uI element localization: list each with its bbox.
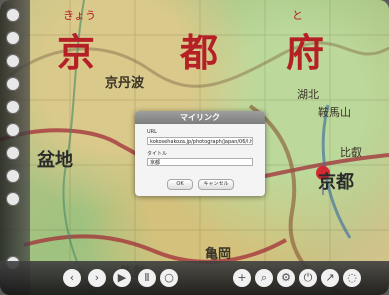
dialog-title: マイリンク <box>135 111 265 124</box>
calendar-icon[interactable] <box>6 192 20 206</box>
search-icon[interactable]: ⌕ <box>255 269 273 287</box>
ok-button[interactable]: OK <box>167 179 193 190</box>
settings-icon[interactable]: ⚙ <box>277 269 295 287</box>
title-label: タイトル <box>147 151 168 157</box>
url-field[interactable]: kokosehakoza.jp/photograph/japan/06/l.ht… <box>147 137 253 145</box>
globe-icon[interactable]: ◌ <box>343 269 361 287</box>
share-icon[interactable]: ↗ <box>321 269 339 287</box>
forward-icon[interactable]: › <box>88 269 106 287</box>
cancel-button[interactable]: キャンセル <box>198 179 234 190</box>
map-place-label: 京丹波 <box>105 76 145 91</box>
bottom-toolbar: ‹ › ▶ Ⅱ ○ + ⌕ ⚙ ⏻ ↗ ◌ <box>0 261 389 295</box>
map-large-label: 府 <box>286 30 325 75</box>
my-link-dialog: マイリンク URL kokosehakoza.jp/photograph/jap… <box>135 111 265 196</box>
map-ruby-label: きょう <box>63 9 96 22</box>
copy-icon[interactable] <box>6 100 20 114</box>
map-place-label: 比叡 <box>340 146 362 159</box>
list-icon[interactable] <box>6 169 20 183</box>
settings-icon[interactable] <box>6 146 20 160</box>
left-toolbar <box>0 0 30 295</box>
application-window: きょう と 京 都 府 京丹波 盆地 京都 亀岡 能勢 湖北 鞍馬山 比叡 ‹ … <box>0 0 389 295</box>
map-place-label: 亀岡 <box>205 247 232 262</box>
map-large-label: 都 <box>180 30 219 75</box>
power-icon[interactable]: ⏻ <box>299 269 317 287</box>
location-icon[interactable] <box>6 54 20 68</box>
edit-icon[interactable] <box>6 31 20 45</box>
layers-icon[interactable] <box>6 77 20 91</box>
map-large-label: 京 <box>57 30 96 75</box>
title-field[interactable]: 京都 <box>147 158 253 166</box>
close-icon[interactable] <box>6 8 20 22</box>
map-place-label: 鞍馬山 <box>318 106 351 119</box>
map-place-label: 盆地 <box>37 150 73 171</box>
map-place-label: 京都 <box>318 172 354 193</box>
url-label: URL <box>147 129 157 135</box>
zoom-icon[interactable]: ○ <box>160 269 178 287</box>
map-ruby-label: と <box>292 9 303 22</box>
pause-icon[interactable]: Ⅱ <box>138 269 156 287</box>
play-icon[interactable]: ▶ <box>113 269 131 287</box>
photo-icon[interactable] <box>6 123 20 137</box>
map-place-label: 湖北 <box>297 88 319 101</box>
back-icon[interactable]: ‹ <box>63 269 81 287</box>
add-icon[interactable]: + <box>233 269 251 287</box>
